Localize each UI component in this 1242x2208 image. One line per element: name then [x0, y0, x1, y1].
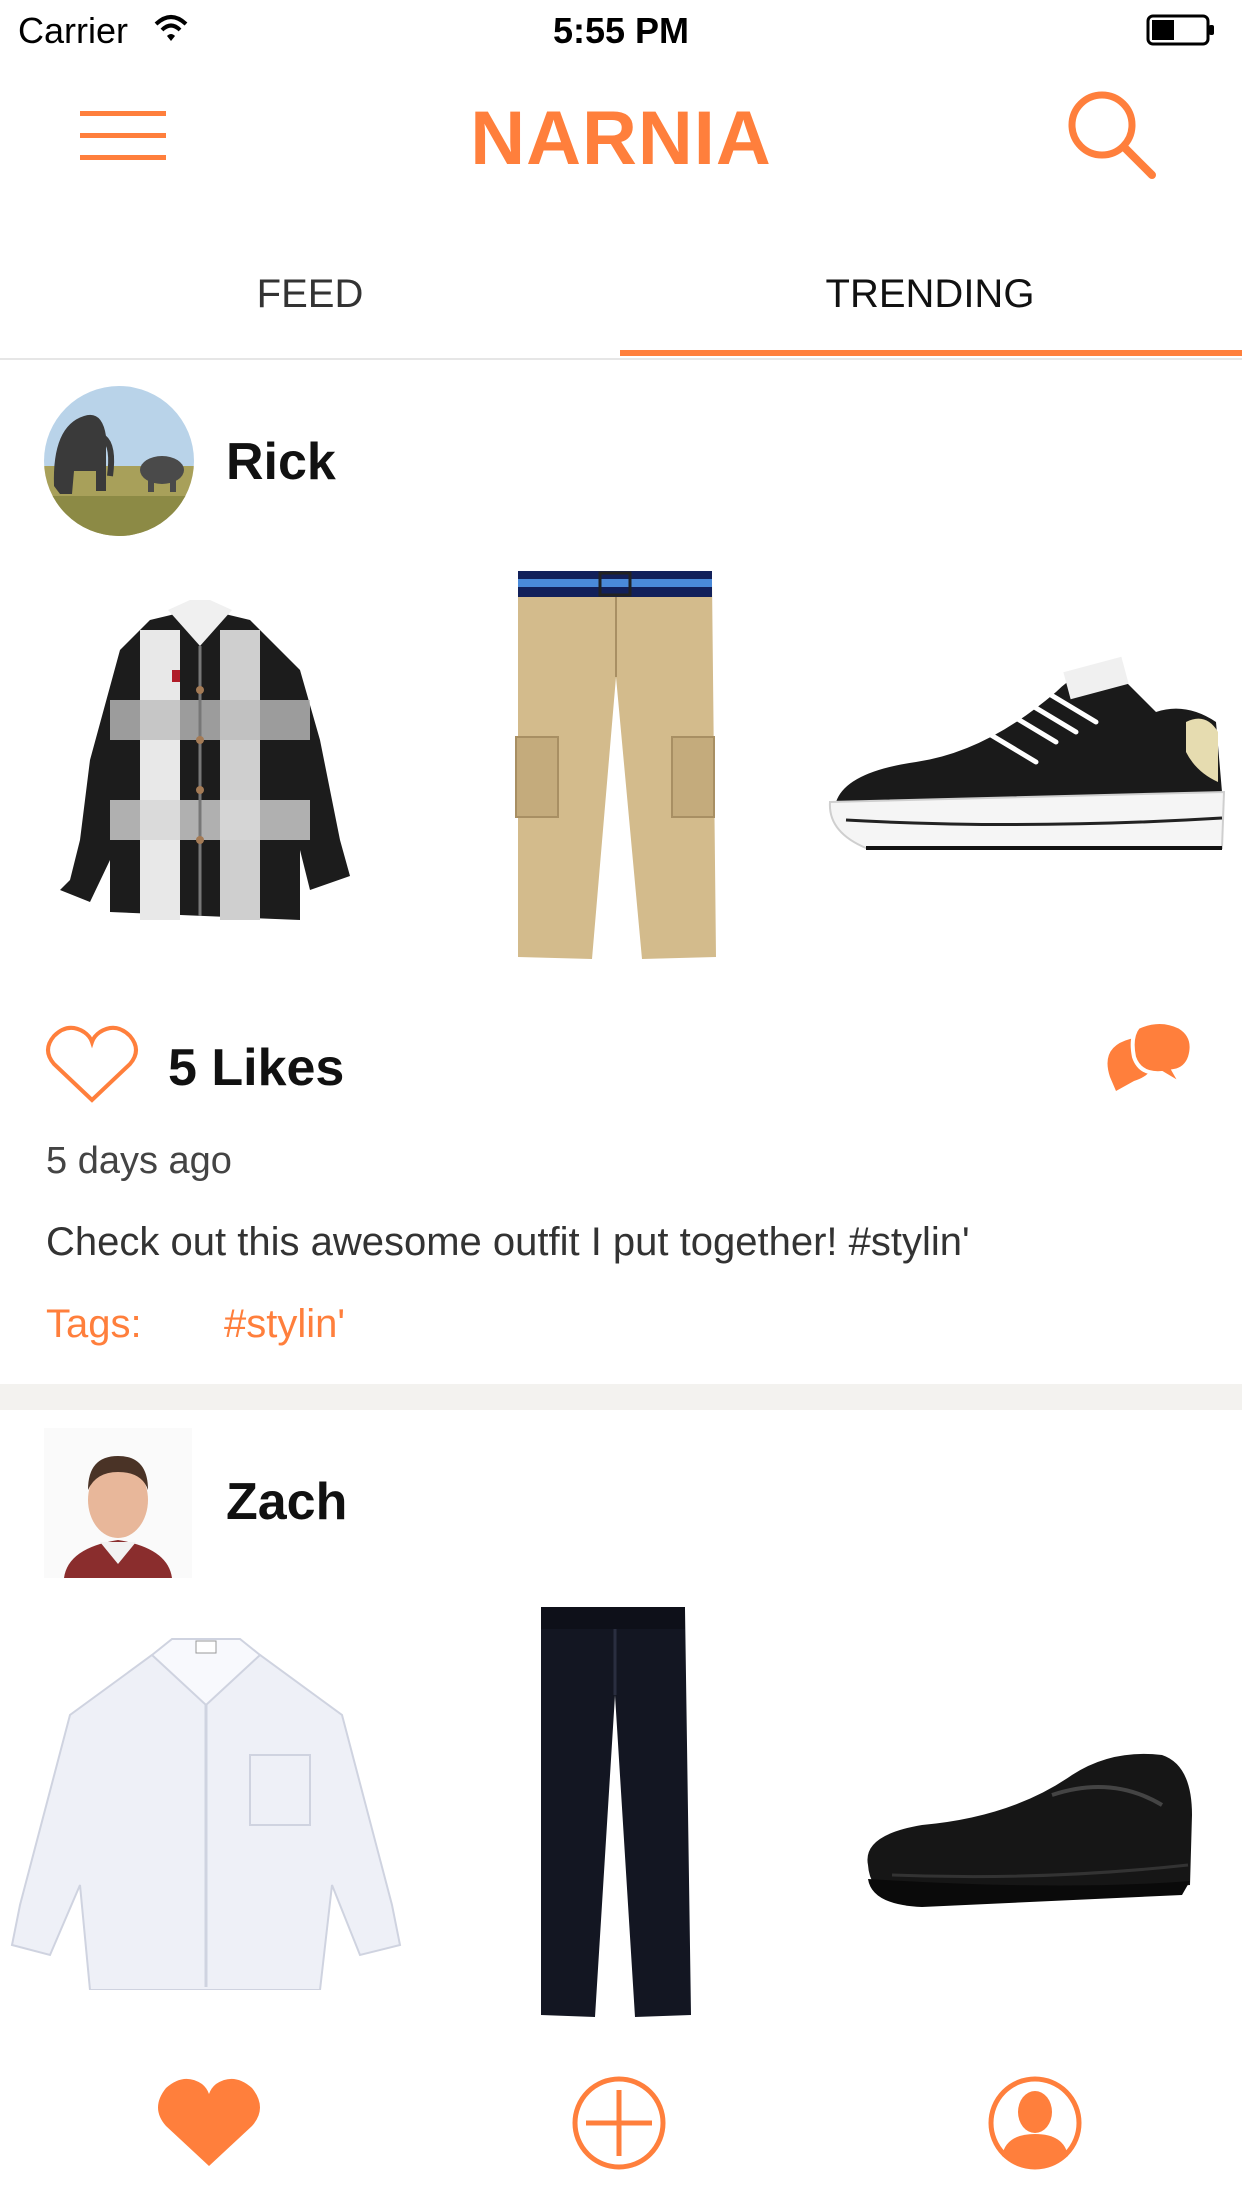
comment-icon[interactable] — [1104, 1017, 1194, 1107]
like-button[interactable] — [44, 1022, 140, 1106]
post-timestamp: 5 days ago — [46, 1140, 232, 1182]
feed-tabs: FEED TRENDING — [0, 230, 1242, 360]
black-pants-image[interactable] — [535, 1605, 695, 2025]
heart-icon[interactable] — [154, 2068, 264, 2178]
black-sneaker-image[interactable] — [826, 652, 1230, 882]
khaki-cargo-pants-image[interactable] — [515, 571, 716, 959]
battery-icon — [1146, 14, 1214, 46]
post-username[interactable]: Rick — [226, 432, 336, 492]
bottom-tab-bar — [0, 2050, 1242, 2208]
heart-outline-icon — [46, 1025, 138, 1103]
tags-label: Tags: — [46, 1302, 142, 1346]
status-bar: Carrier 5:55 PM — [0, 0, 1242, 60]
search-icon[interactable] — [1064, 87, 1158, 181]
plaid-shirt-image[interactable] — [50, 590, 360, 930]
profile-icon[interactable] — [980, 2068, 1090, 2178]
elephant-avatar[interactable] — [44, 386, 194, 536]
status-time: 5:55 PM — [552, 10, 690, 51]
post-caption: Check out this awesome outfit I put toge… — [46, 1220, 970, 1264]
tab-trending[interactable]: TRENDING — [620, 230, 1240, 358]
app-screen: Carrier 5:55 PM NARNIA FEED TRENDING Ric… — [0, 0, 1242, 2208]
add-circle-icon[interactable] — [564, 2068, 674, 2178]
post-card: Zach — [0, 1410, 1242, 2050]
white-dress-shirt-image[interactable] — [10, 1635, 402, 1990]
black-loafer-image[interactable] — [862, 1745, 1196, 1915]
app-title: NARNIA — [470, 96, 772, 181]
nav-header: NARNIA — [0, 60, 1242, 210]
post-card: Rick 5 Likes 5 days ago Check out this a… — [0, 362, 1242, 1384]
likes-count: 5 Likes — [168, 1039, 345, 1097]
man-portrait-avatar[interactable] — [44, 1428, 192, 1578]
post-username[interactable]: Zach — [226, 1472, 347, 1532]
tab-feed[interactable]: FEED — [0, 230, 620, 358]
post-tag[interactable]: #stylin' — [224, 1302, 345, 1347]
tab-selected-indicator — [620, 350, 1242, 356]
post-separator — [0, 1384, 1242, 1410]
